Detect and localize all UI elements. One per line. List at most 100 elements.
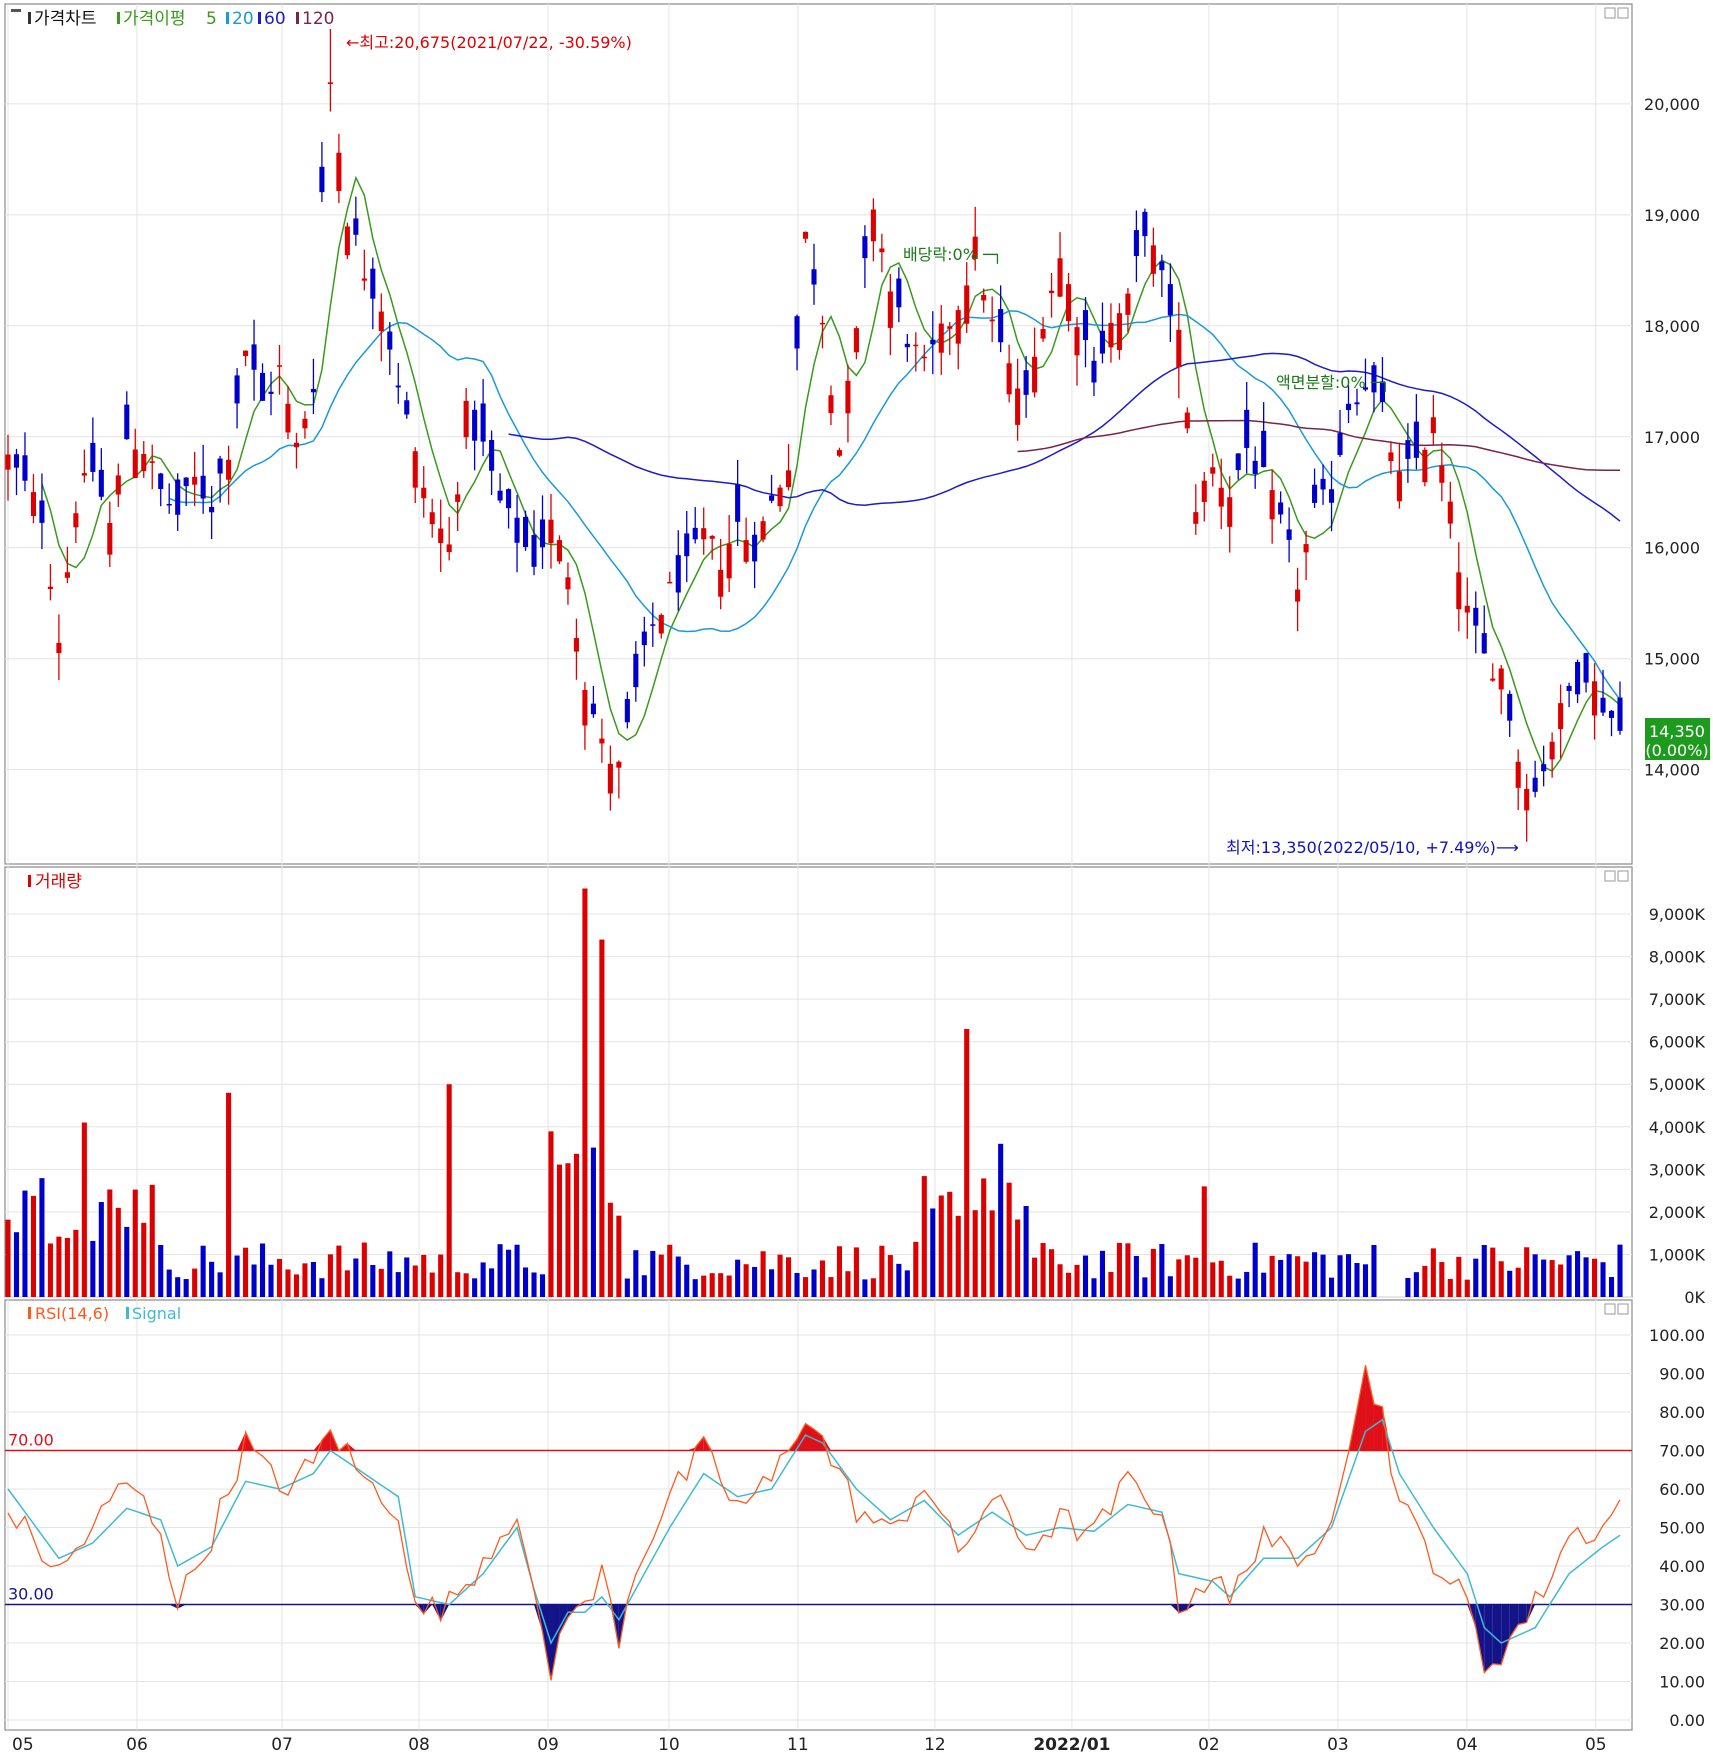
- volume-bar: [1032, 1258, 1037, 1297]
- candle-body: [438, 528, 443, 543]
- x-tick-label: 12: [924, 1735, 946, 1755]
- legend-volume: 거래량: [35, 872, 82, 892]
- rsi-tick-label: 0.00: [1669, 1711, 1705, 1730]
- volume-bar: [1227, 1276, 1232, 1297]
- volume-bar: [548, 1131, 553, 1297]
- current-price-tag: 14,350 (0.00%): [1645, 718, 1710, 760]
- candle-body: [820, 323, 825, 325]
- rsi-overbought-fill: [1374, 1404, 1382, 1450]
- volume-bar: [1210, 1262, 1215, 1297]
- candle-body: [1100, 331, 1105, 354]
- candle-body: [277, 365, 282, 367]
- candle-body: [31, 492, 36, 516]
- candle-body: [1575, 662, 1580, 694]
- volume-bar: [964, 1029, 969, 1297]
- volume-bar: [1507, 1271, 1512, 1297]
- candle-body: [167, 504, 172, 506]
- volume-bar: [1354, 1263, 1359, 1297]
- volume-bar: [862, 1279, 867, 1297]
- volume-bar: [158, 1245, 163, 1297]
- rsi-tick-label: 60.00: [1659, 1480, 1705, 1499]
- volume-bar: [1193, 1258, 1198, 1297]
- volume-bar: [1253, 1243, 1258, 1297]
- rsi-oversold-fill: [1518, 1605, 1526, 1625]
- candle-body: [90, 443, 95, 472]
- volume-bar: [1575, 1251, 1580, 1297]
- volume-bar: [124, 1227, 129, 1297]
- candle-body: [676, 555, 681, 592]
- volume-tick-label: 2,000K: [1649, 1203, 1706, 1222]
- candle-body: [158, 474, 163, 489]
- candle-body: [1431, 417, 1436, 433]
- volume-bar: [888, 1255, 893, 1297]
- volume-bar: [438, 1255, 443, 1297]
- volume-bar: [1185, 1255, 1190, 1297]
- candle-body: [319, 167, 324, 192]
- volume-bar: [744, 1264, 749, 1297]
- candle-body: [990, 320, 995, 322]
- volume-bar: [1363, 1264, 1368, 1297]
- volume-bar: [1617, 1245, 1622, 1297]
- rsi-level-30-label: 30.00: [8, 1585, 54, 1604]
- candle-body: [294, 443, 299, 447]
- volume-bar: [294, 1274, 299, 1297]
- candle-body: [1151, 245, 1156, 274]
- candle-body: [99, 470, 104, 497]
- candle-body: [14, 454, 19, 467]
- volume-bar: [1278, 1260, 1283, 1297]
- volume-bar: [591, 1148, 596, 1297]
- candle-body: [82, 473, 87, 476]
- volume-bar: [5, 1220, 10, 1297]
- candle-body: [998, 309, 1003, 342]
- volume-bar: [421, 1255, 426, 1297]
- volume-bar: [218, 1272, 223, 1297]
- candle-body: [1057, 258, 1062, 296]
- volume-bar: [557, 1165, 562, 1297]
- volume-bar: [481, 1262, 486, 1297]
- current-price: 14,350: [1649, 722, 1705, 741]
- stock-chart-svg: 14,00015,00016,00017,00018,00019,00020,0…: [0, 0, 1713, 1756]
- volume-bar: [319, 1278, 324, 1297]
- candle-body: [251, 344, 256, 369]
- volume-bar: [913, 1242, 918, 1297]
- volume-bar: [396, 1272, 401, 1297]
- legend-signal: Signal: [132, 1304, 181, 1323]
- candle-body: [531, 535, 536, 567]
- candle-body: [268, 392, 273, 394]
- volume-bar: [345, 1270, 350, 1297]
- volume-bar: [1567, 1255, 1572, 1297]
- volume-bar: [1312, 1252, 1317, 1297]
- volume-bar: [404, 1257, 409, 1297]
- volume-bar: [642, 1275, 647, 1297]
- volume-bar: [998, 1144, 1003, 1297]
- candle-body: [65, 572, 70, 578]
- volume-bar: [1142, 1277, 1147, 1297]
- candle-body: [608, 764, 613, 794]
- candle-body: [582, 690, 587, 726]
- volume-bar: [353, 1258, 358, 1297]
- candle-body: [201, 476, 206, 499]
- candle-body: [506, 489, 511, 508]
- volume-bar: [1329, 1278, 1334, 1297]
- x-tick-label: 02: [1198, 1735, 1220, 1755]
- candle-body: [56, 643, 61, 653]
- candle-body: [39, 501, 44, 523]
- volume-tick-label: 4,000K: [1649, 1118, 1706, 1137]
- volume-bar: [939, 1196, 944, 1297]
- volume-bar: [1100, 1251, 1105, 1297]
- candle-body: [786, 470, 791, 487]
- candle-body: [845, 381, 850, 413]
- candle-body: [888, 291, 893, 327]
- candle-body: [464, 401, 469, 437]
- volume-bar: [1439, 1262, 1444, 1297]
- candle-body: [1091, 361, 1096, 383]
- volume-bar: [752, 1267, 757, 1297]
- volume-bar: [99, 1202, 104, 1297]
- volume-bar: [413, 1265, 418, 1297]
- volume-bar: [1533, 1254, 1538, 1297]
- candle-body: [226, 460, 231, 480]
- rsi-tick-label: 30.00: [1659, 1596, 1705, 1615]
- volume-bar: [1516, 1268, 1521, 1297]
- volume-bar: [336, 1246, 341, 1297]
- volume-bar: [828, 1277, 833, 1297]
